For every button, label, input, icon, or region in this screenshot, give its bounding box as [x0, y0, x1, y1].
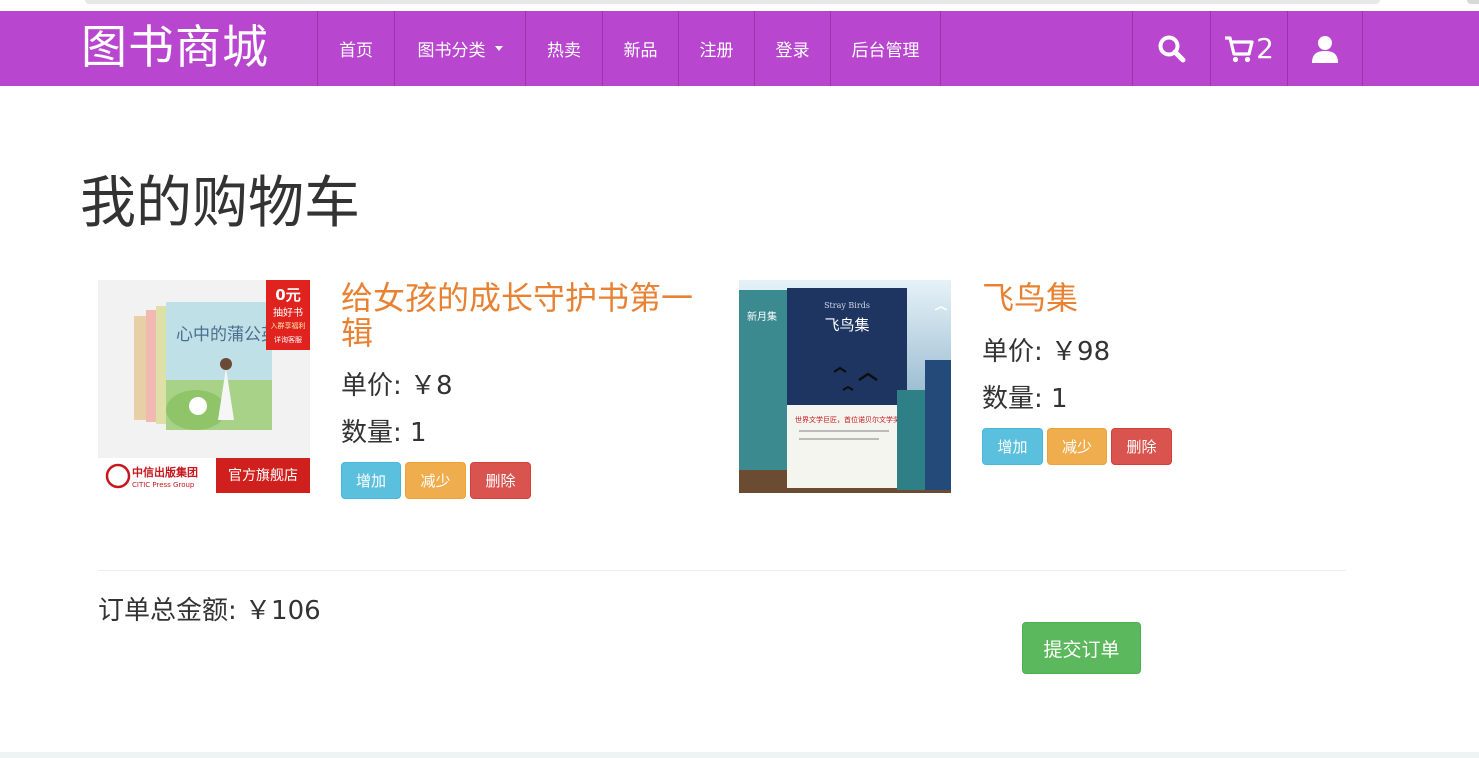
cover-publisher-en: CITIC Press Group	[132, 481, 195, 489]
cover-badge-sub: 入群享福利	[271, 321, 306, 330]
decrease-button-1[interactable]: 减少	[405, 462, 466, 499]
browser-top-strip	[0, 0, 1479, 11]
nav-register[interactable]: 注册	[678, 11, 754, 86]
book-cover-image: 心中的蒲公英 0元 抽好书 入群享福利 详询客服 中信出版集团 CITIC Pr…	[98, 280, 310, 493]
cart-icon	[1225, 35, 1254, 62]
cart-count: 2	[1256, 32, 1274, 65]
delete-button-2[interactable]: 删除	[1111, 428, 1172, 465]
book-title-2[interactable]: 飞鸟集	[982, 281, 1282, 316]
nav-new[interactable]: 新品	[602, 11, 678, 86]
cover-badge-bottom: 详询客服	[274, 335, 302, 344]
increase-button-2[interactable]: 增加	[982, 428, 1043, 465]
nav-login[interactable]: 登录	[754, 11, 830, 86]
book-price-1: 单价: ￥8	[341, 371, 453, 401]
divider	[98, 570, 1346, 571]
cover-en-title: Stray Birds	[824, 301, 870, 310]
cover-publisher-cn: 中信出版集团	[132, 465, 198, 479]
brand-logo[interactable]: 图书商城	[81, 19, 269, 75]
cover-book-title: 心中的蒲公英	[176, 325, 278, 345]
book-title-1[interactable]: 给女孩的成长守护书第一辑	[341, 281, 701, 351]
book-cover-image: 新月集 Stray Birds 飞鸟集 世界文学巨匠，首位诺贝尔文学奖获得者	[739, 280, 951, 493]
book-quantity-2: 数量: 1	[982, 384, 1068, 414]
decrease-button-2[interactable]: 减少	[1047, 428, 1107, 465]
page-title: 我的购物车	[80, 171, 360, 236]
nav-categories[interactable]: 图书分类	[394, 11, 525, 86]
nav-hot[interactable]: 热卖	[525, 11, 602, 86]
cover-store: 官方旗舰店	[228, 468, 298, 484]
increase-button-1[interactable]: 增加	[341, 462, 401, 499]
cart-button[interactable]: 2	[1210, 11, 1287, 86]
chevron-down-icon	[494, 46, 503, 51]
cover-badge-mid: 抽好书	[273, 306, 303, 319]
scroll-track	[85, 0, 1380, 4]
top-navbar: 图书商城 首页 图书分类 热卖 新品 注册 登录 后台管理 2	[0, 11, 1479, 86]
book-cover-2[interactable]: 新月集 Stray Birds 飞鸟集 世界文学巨匠，首位诺贝尔文学奖获得者	[739, 280, 951, 493]
cover-cn-title: 飞鸟集	[824, 316, 869, 334]
user-icon	[1312, 35, 1338, 63]
order-total: 订单总金额: ￥106	[98, 596, 321, 626]
search-button[interactable]	[1132, 11, 1210, 86]
book-quantity-1: 数量: 1	[341, 418, 427, 448]
scroll-corner	[1467, 0, 1479, 4]
book-cover-1[interactable]: 心中的蒲公英 0元 抽好书 入群享福利 详询客服 中信出版集团 CITIC Pr…	[98, 280, 310, 493]
nav-admin[interactable]: 后台管理	[830, 11, 941, 86]
submit-order-button[interactable]: 提交订单	[1022, 622, 1141, 674]
search-icon	[1158, 35, 1185, 62]
footer-strip	[0, 752, 1479, 758]
delete-button-1[interactable]: 删除	[470, 462, 531, 499]
nav-categories-label: 图书分类	[417, 41, 486, 61]
book-price-2: 单价: ￥98	[982, 337, 1111, 367]
user-button[interactable]	[1287, 11, 1363, 86]
nav-home[interactable]: 首页	[317, 11, 394, 86]
cover-spine-title: 新月集	[747, 310, 777, 323]
cover-badge-top: 0元	[275, 286, 300, 304]
